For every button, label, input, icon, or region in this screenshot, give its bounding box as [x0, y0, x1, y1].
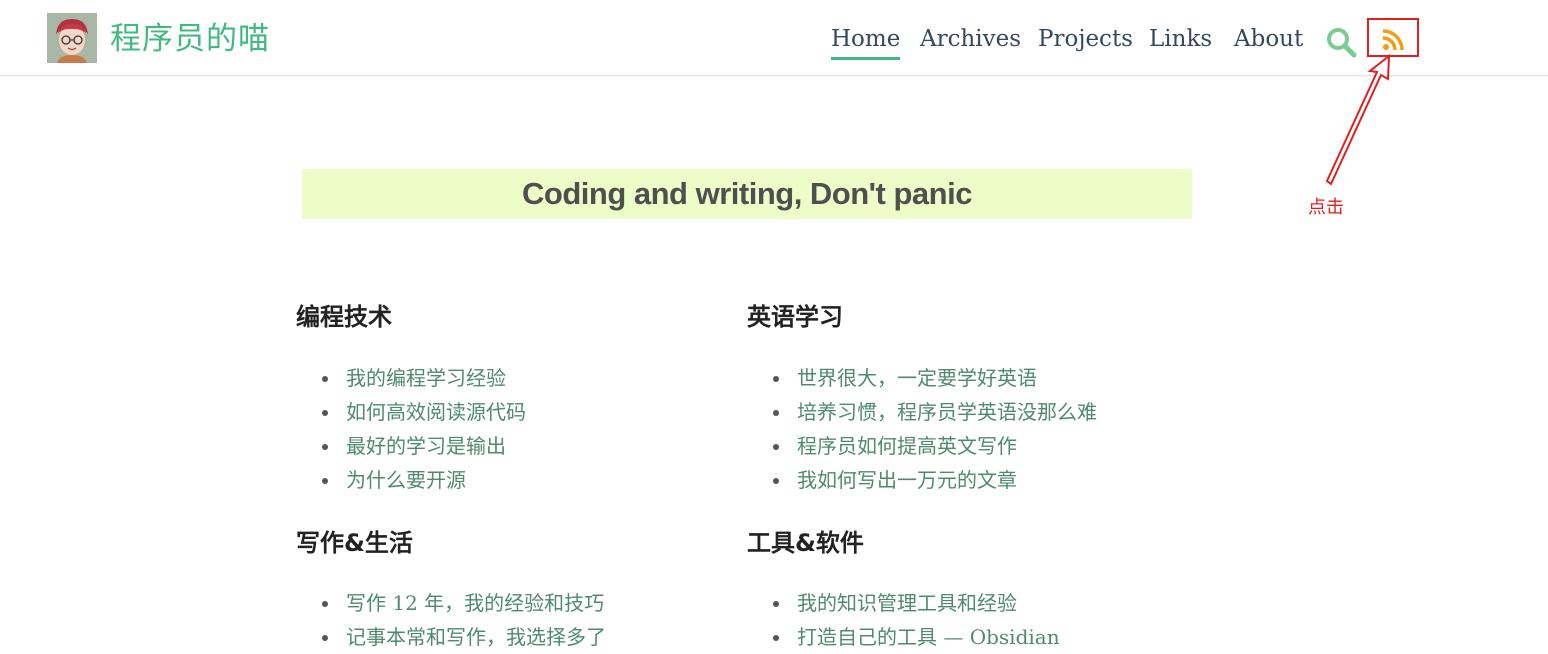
site-title[interactable]: 程序员的喵: [110, 19, 270, 59]
section-list-tools: 我的知识管理工具和经验 打造自己的工具 — Obsidian: [745, 586, 1060, 654]
nav-about[interactable]: About: [1234, 22, 1303, 56]
rss-icon: [1382, 29, 1404, 51]
list-item[interactable]: 最好的学习是输出: [294, 429, 526, 463]
section-list-english: 世界很大，一定要学好英语 培养习惯，程序员学英语没那么难 程序员如何提高英文写作…: [745, 361, 1097, 497]
search-icon: [1327, 28, 1357, 58]
list-item[interactable]: 如何高效阅读源代码: [294, 395, 526, 429]
nav-home[interactable]: Home: [831, 22, 901, 60]
section-title-tools: 工具&软件: [747, 529, 864, 557]
list-item[interactable]: 我的知识管理工具和经验: [745, 586, 1060, 620]
rss-button[interactable]: [1367, 18, 1419, 57]
list-item[interactable]: 打造自己的工具 — Obsidian: [745, 620, 1060, 654]
nav-projects[interactable]: Projects: [1038, 22, 1133, 56]
section-title-english: 英语学习: [747, 303, 843, 331]
list-item[interactable]: 我如何写出一万元的文章: [745, 463, 1097, 497]
avatar[interactable]: [47, 13, 97, 63]
list-item[interactable]: 世界很大，一定要学好英语: [745, 361, 1097, 395]
list-item[interactable]: 记事本常和写作，我选择多了: [294, 620, 606, 654]
nav-links[interactable]: Links: [1149, 22, 1212, 56]
section-list-programming: 我的编程学习经验 如何高效阅读源代码 最好的学习是输出 为什么要开源: [294, 361, 526, 497]
list-item[interactable]: 写作 12 年，我的经验和技巧: [294, 586, 606, 620]
site-header: 程序员的喵 Home Archives Projects Links About: [0, 0, 1548, 76]
annotation-label: 点击: [1308, 197, 1344, 218]
search-button[interactable]: [1324, 25, 1358, 59]
section-title-programming: 编程技术: [296, 303, 392, 331]
tagline-banner: Coding and writing, Don't panic: [302, 169, 1192, 219]
nav-archives[interactable]: Archives: [920, 22, 1021, 56]
list-item[interactable]: 程序员如何提高英文写作: [745, 429, 1097, 463]
list-item[interactable]: 我的编程学习经验: [294, 361, 526, 395]
list-item[interactable]: 为什么要开源: [294, 463, 526, 497]
section-title-writing: 写作&生活: [296, 529, 413, 557]
section-list-writing: 写作 12 年，我的经验和技巧 记事本常和写作，我选择多了: [294, 586, 606, 654]
list-item[interactable]: 培养习惯，程序员学英语没那么难: [745, 395, 1097, 429]
